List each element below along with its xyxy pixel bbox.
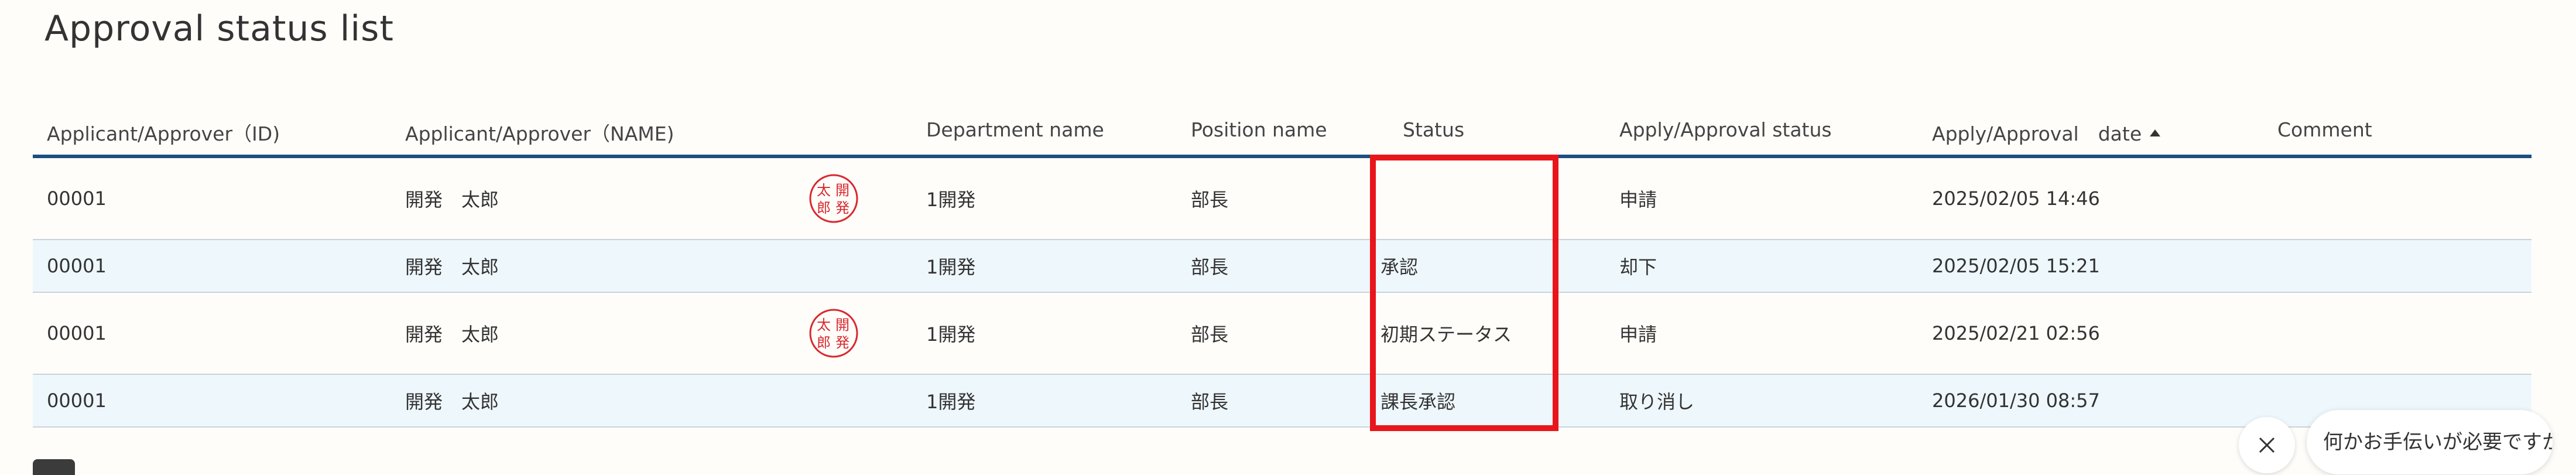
cell-id: 00001 — [47, 255, 107, 277]
cell-name: 開発 太郎 — [405, 323, 499, 346]
column-header-name[interactable]: Applicant/Approver（NAME) — [405, 118, 674, 146]
column-header-comment[interactable]: Comment — [2277, 118, 2372, 141]
cell-department: 1開発 — [926, 323, 976, 346]
cell-date: 2025/02/05 15:21 — [1932, 255, 2100, 277]
chat-close-button[interactable] — [2239, 417, 2295, 473]
table-header: Applicant/Approver（ID) Applicant/Approve… — [33, 111, 2532, 158]
column-header-id[interactable]: Applicant/Approver（ID) — [47, 118, 280, 146]
cell-department: 1開発 — [926, 189, 976, 211]
bottom-action-button[interactable] — [33, 459, 75, 475]
table-row[interactable]: 00001 開発 太郎 太 開 郎 発 1開発 部長 申請 2025/02/05… — [33, 158, 2532, 240]
column-header-apply-status[interactable]: Apply/Approval status — [1619, 118, 1832, 141]
cell-name: 開発 太郎 — [405, 256, 499, 278]
cell-department: 1開発 — [926, 391, 976, 413]
svg-text:開: 開 — [835, 182, 849, 199]
approval-status-page: Approval status list Applicant/Approver（… — [0, 0, 2576, 475]
cell-apply-status: 却下 — [1619, 256, 1657, 278]
approval-status-table: Applicant/Approver（ID) Applicant/Approve… — [33, 111, 2532, 428]
page-title: Approval status list — [44, 8, 394, 49]
column-header-department[interactable]: Department name — [926, 118, 1104, 141]
cell-department: 1開発 — [926, 256, 976, 278]
status-highlight-box — [1370, 155, 1558, 431]
chat-prompt-text: 何かお手伝いが必要ですか？ — [2323, 430, 2553, 454]
cell-position: 部長 — [1191, 189, 1229, 211]
column-header-date[interactable]: Apply/Approval date — [1932, 118, 2161, 146]
cell-id: 00001 — [47, 322, 107, 344]
column-header-status[interactable]: Status — [1403, 118, 1464, 141]
cell-id: 00001 — [47, 389, 107, 412]
cell-apply-status: 申請 — [1619, 189, 1657, 211]
cell-date: 2026/01/30 08:57 — [1932, 389, 2100, 412]
table-row[interactable]: 00001 開発 太郎 1開発 部長 承認 却下 2025/02/05 15:2… — [33, 240, 2532, 293]
svg-text:郎: 郎 — [817, 334, 831, 351]
svg-text:発: 発 — [835, 334, 849, 351]
table-row[interactable]: 00001 開発 太郎 太 開 郎 発 1開発 部長 初期ステータス 申請 20… — [33, 293, 2532, 375]
cell-position: 部長 — [1191, 256, 1229, 278]
cell-name: 開発 太郎 — [405, 391, 499, 413]
cell-date: 2025/02/21 02:56 — [1932, 322, 2100, 344]
svg-text:太: 太 — [817, 317, 831, 333]
sort-up-icon[interactable] — [2150, 129, 2161, 136]
cell-name: 開発 太郎 — [405, 189, 499, 211]
svg-text:開: 開 — [835, 317, 849, 333]
svg-text:郎: 郎 — [817, 200, 831, 216]
seal-stamp-icon: 太 開 郎 発 — [809, 309, 858, 358]
chat-help-bubble[interactable]: 何かお手伝いが必要ですか？ — [2307, 410, 2553, 474]
cell-apply-status: 申請 — [1619, 323, 1657, 346]
cell-apply-status: 取り消し — [1619, 391, 1695, 413]
seal-stamp-icon: 太 開 郎 発 — [809, 174, 858, 223]
column-header-position[interactable]: Position name — [1191, 118, 1327, 141]
cell-id: 00001 — [47, 187, 107, 210]
cell-position: 部長 — [1191, 391, 1229, 413]
svg-text:太: 太 — [817, 182, 831, 199]
close-icon — [2259, 437, 2275, 453]
cell-date: 2025/02/05 14:46 — [1932, 187, 2100, 210]
svg-text:発: 発 — [835, 200, 849, 216]
cell-position: 部長 — [1191, 323, 1229, 346]
table-row[interactable]: 00001 開発 太郎 1開発 部長 課長承認 取り消し 2026/01/30 … — [33, 375, 2532, 428]
